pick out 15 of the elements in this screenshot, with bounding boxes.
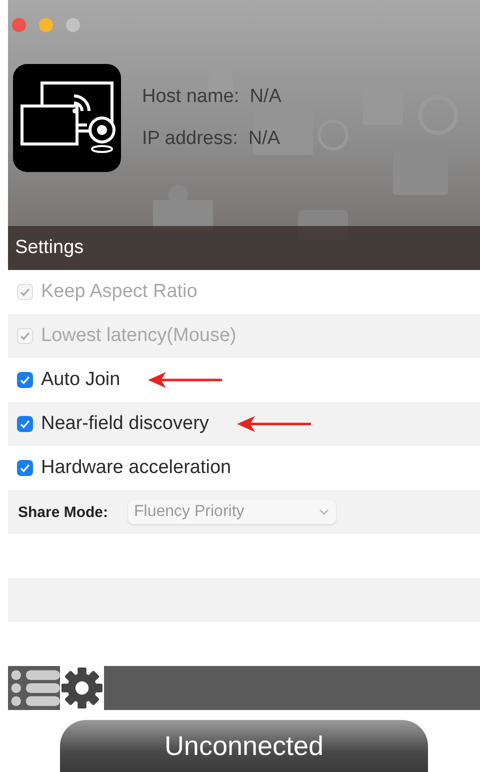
settings-heading: Settings xyxy=(15,237,84,259)
option-label: Lowest latency(Mouse) xyxy=(41,325,236,347)
host-name-text: Host name: N/A xyxy=(142,86,282,108)
ip-address-text: IP address: N/A xyxy=(142,128,281,150)
app-logo-icon xyxy=(12,63,122,173)
connect-button[interactable]: Unconnected xyxy=(60,720,428,772)
settings-icon xyxy=(60,666,104,710)
checkbox[interactable] xyxy=(17,460,33,476)
share-mode-label: Share Mode: xyxy=(18,504,108,520)
option-label: Auto Join xyxy=(41,369,120,391)
checkbox[interactable] xyxy=(17,416,33,432)
checkbox[interactable] xyxy=(17,372,33,388)
option-label: Near-field discovery xyxy=(41,413,209,435)
option-label: Keep Aspect Ratio xyxy=(41,281,198,303)
option-label: Hardware acceleration xyxy=(41,457,232,479)
